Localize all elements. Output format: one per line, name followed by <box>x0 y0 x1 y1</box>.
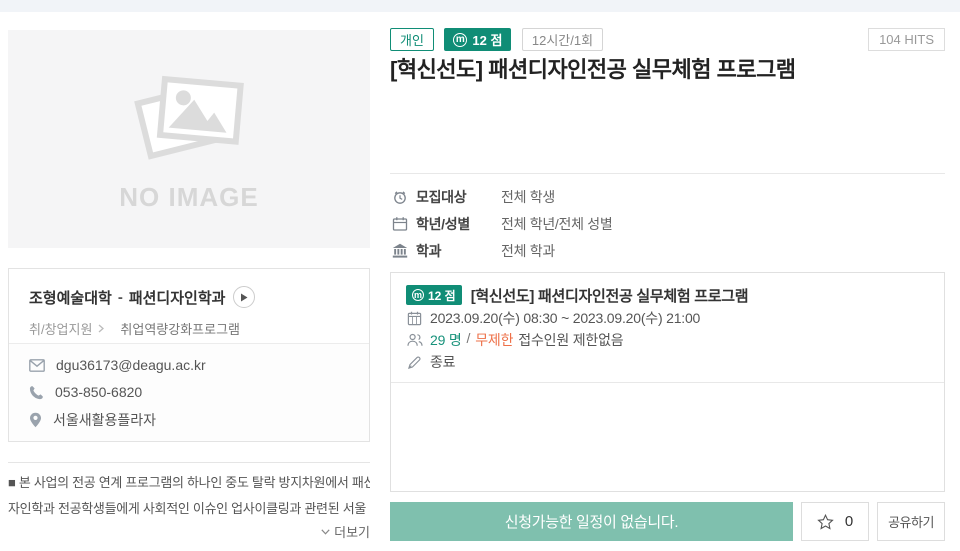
badge-individual-label: 개인 <box>400 30 424 49</box>
calendar-date-icon <box>407 311 422 326</box>
program-image-placeholder: NO IMAGE <box>8 30 370 248</box>
department-name: 패션디자인학과 <box>129 287 226 308</box>
item-points-badge: m 12 점 <box>406 285 462 305</box>
bank-icon <box>392 243 408 259</box>
schedule-capacity-row: 29 명 / 무제한 접수인원 제한없음 <box>406 329 929 351</box>
favorite-button[interactable]: 0 <box>801 502 869 541</box>
m-circle-icon: m <box>412 289 424 301</box>
description-line-2: 자인학과 전공학생들에게 사회적인 이슈인 업사이클링과 관련된 서울 새… <box>8 496 370 522</box>
favorite-count: 0 <box>845 513 853 530</box>
info-divider <box>390 173 945 174</box>
applicant-count: 29 명 <box>430 330 462 350</box>
description-line-1: ■ 본 사업의 전공 연계 프로그램의 하나인 중도 탈락 방지차원에서 패션디 <box>8 470 370 496</box>
contact-location-row: 서울새활용플라자 <box>29 410 349 429</box>
info-label: 학년/성별 <box>416 214 501 234</box>
calendar-icon <box>392 216 408 232</box>
schedule-item-title: [혁신선도] 패션디자인전공 실무체험 프로그램 <box>471 285 749 306</box>
info-value: 전체 학년/전체 성별 <box>501 214 612 234</box>
top-strip <box>0 0 960 12</box>
no-image-label: NO IMAGE <box>119 182 258 213</box>
capacity-limit: 무제한 <box>475 330 513 350</box>
badge-duration-label: 12시간/1회 <box>532 30 593 49</box>
contact-phone: 053-850-6820 <box>55 384 142 400</box>
contact-phone-row: 053-850-6820 <box>29 383 349 401</box>
program-description: ■ 본 사업의 전공 연계 프로그램의 하나인 중도 탈락 방지차원에서 패션디… <box>8 470 370 522</box>
schedule-date-range: 2023.09.20(수) 08:30 ~ 2023.09.20(수) 21:0… <box>430 308 700 328</box>
expand-departments-button[interactable] <box>233 286 255 308</box>
location-icon <box>29 412 42 428</box>
program-title: [혁신선도] 패션디자인전공 실무체험 프로그램 <box>390 52 945 84</box>
organization-card: 조형예술대학 - 패션디자인학과 취/창업지원 취업역량강화프로그램 <box>8 268 370 442</box>
schedule-panel: m 12 점 [혁신선도] 패션디자인전공 실무체험 프로그램 2 <box>390 272 945 492</box>
schedule-item[interactable]: m 12 점 [혁신선도] 패션디자인전공 실무체험 프로그램 2 <box>391 273 944 383</box>
college-department-separator: - <box>118 289 123 306</box>
share-button[interactable]: 공유하기 <box>877 502 945 541</box>
program-detail-page: NO IMAGE 조형예술대학 - 패션디자인학과 취/창업지원 취업역량강화프… <box>0 0 960 551</box>
play-icon <box>240 293 248 302</box>
photo-placeholder-icon <box>128 66 250 166</box>
apply-unavailable-label: 신청가능한 일정이 없습니다. <box>505 511 679 532</box>
info-value: 전체 학생 <box>501 187 555 207</box>
contact-email-row: dgu36173@deagu.ac.kr <box>29 356 349 374</box>
share-button-label: 공유하기 <box>888 512 934 531</box>
info-row-department: 학과 전체 학과 <box>390 237 945 264</box>
hits-badge: 104 HITS <box>868 28 945 51</box>
people-icon <box>407 333 423 347</box>
alarm-clock-icon <box>392 189 408 205</box>
contact-email: dgu36173@deagu.ac.kr <box>56 357 206 373</box>
badge-individual: 개인 <box>390 28 434 51</box>
info-label: 모집대상 <box>416 187 501 207</box>
hits-label: 104 HITS <box>879 32 934 47</box>
mail-icon <box>29 359 45 372</box>
chevron-down-icon <box>321 529 330 535</box>
capacity-separator: / <box>467 330 471 350</box>
m-circle-icon: m <box>453 33 467 47</box>
apply-unavailable-button[interactable]: 신청가능한 일정이 없습니다. <box>390 502 793 541</box>
schedule-date-row: 2023.09.20(수) 08:30 ~ 2023.09.20(수) 21:0… <box>406 307 929 329</box>
breadcrumb-subcategory[interactable]: 취업역량강화프로그램 <box>120 319 240 338</box>
info-row-target: 모집대상 전체 학생 <box>390 183 945 210</box>
show-more-label: 더보기 <box>334 522 370 541</box>
badge-duration: 12시간/1회 <box>522 28 603 51</box>
program-info-list: 모집대상 전체 학생 학년/성별 전체 학년/전체 성별 <box>390 183 945 264</box>
badge-points-label: 12 점 <box>472 30 502 49</box>
info-row-grade-gender: 학년/성별 전체 학년/전체 성별 <box>390 210 945 237</box>
contact-location: 서울새활용플라자 <box>53 410 156 430</box>
phone-icon <box>29 385 44 400</box>
info-value: 전체 학과 <box>501 241 555 261</box>
show-more-link[interactable]: 더보기 <box>8 522 370 541</box>
schedule-status-row: 종료 <box>406 351 929 373</box>
item-points-label: 12 점 <box>428 287 456 304</box>
star-icon <box>817 514 834 530</box>
header-badge-row: 개인 m 12 점 12시간/1회 104 HITS <box>390 28 945 52</box>
chevron-right-icon <box>98 324 104 333</box>
badge-mileage-points: m 12 점 <box>444 28 511 51</box>
college-name: 조형예술대학 <box>29 287 112 308</box>
organization-header: 조형예술대학 - 패션디자인학과 취/창업지원 취업역량강화프로그램 <box>9 269 369 343</box>
info-label: 학과 <box>416 241 501 261</box>
contact-section: dgu36173@deagu.ac.kr 053-850-6820 서울새활용플… <box>9 343 369 441</box>
pen-icon <box>407 355 422 370</box>
schedule-status: 종료 <box>430 352 455 372</box>
breadcrumb-category[interactable]: 취/창업지원 <box>29 319 92 338</box>
capacity-note: 접수인원 제한없음 <box>518 330 623 350</box>
description-divider <box>8 462 370 463</box>
